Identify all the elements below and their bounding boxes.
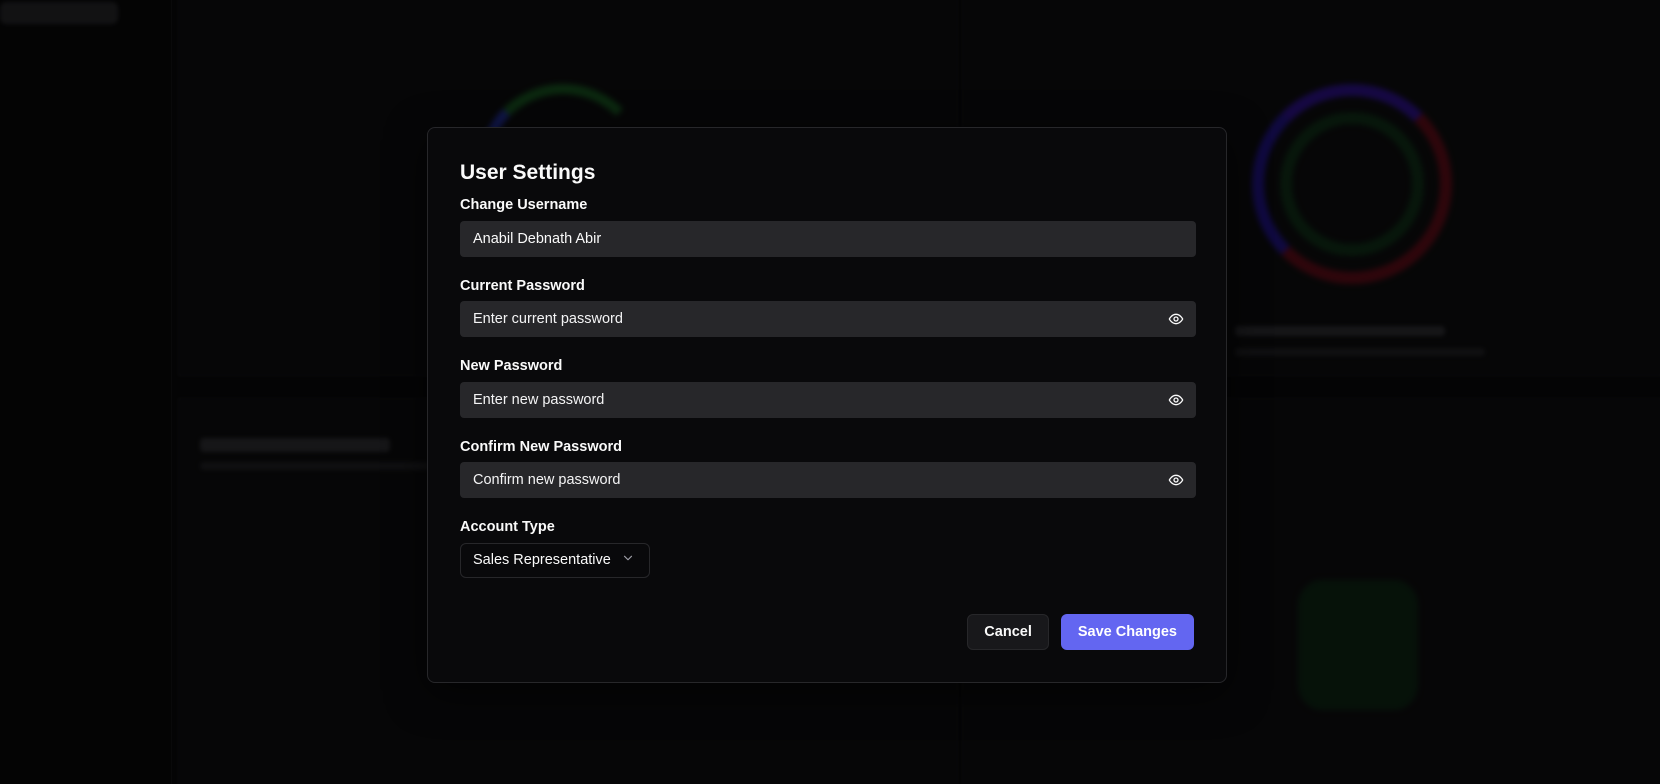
confirm-password-field-wrapper	[460, 462, 1196, 498]
cancel-button[interactable]: Cancel	[967, 614, 1049, 650]
confirm-password-label: Confirm New Password	[460, 438, 622, 455]
new-password-input[interactable]	[460, 381, 1196, 418]
user-settings-dialog: User Settings Change Username Current Pa…	[427, 127, 1227, 683]
username-field-wrapper	[460, 220, 1196, 257]
dialog-footer: Cancel Save Changes	[967, 614, 1194, 650]
dialog-title: User Settings	[460, 161, 596, 184]
account-type-label: Account Type	[460, 519, 555, 535]
current-password-label: Current Password	[460, 277, 585, 294]
eye-icon[interactable]	[1168, 311, 1184, 327]
account-type-select[interactable]: Sales Representative	[460, 542, 650, 578]
current-password-input[interactable]	[460, 301, 1196, 337]
new-password-field-wrapper	[460, 381, 1196, 418]
chevron-down-icon	[621, 551, 635, 569]
eye-icon[interactable]	[1168, 392, 1184, 408]
new-password-label: New Password	[460, 358, 563, 374]
account-type-value: Sales Representative	[473, 552, 611, 568]
current-password-field-wrapper	[460, 301, 1196, 337]
username-label: Change Username	[460, 197, 588, 213]
confirm-password-input[interactable]	[460, 462, 1196, 498]
eye-icon[interactable]	[1168, 472, 1184, 488]
save-changes-button[interactable]: Save Changes	[1060, 614, 1194, 650]
username-input[interactable]	[460, 220, 1196, 257]
